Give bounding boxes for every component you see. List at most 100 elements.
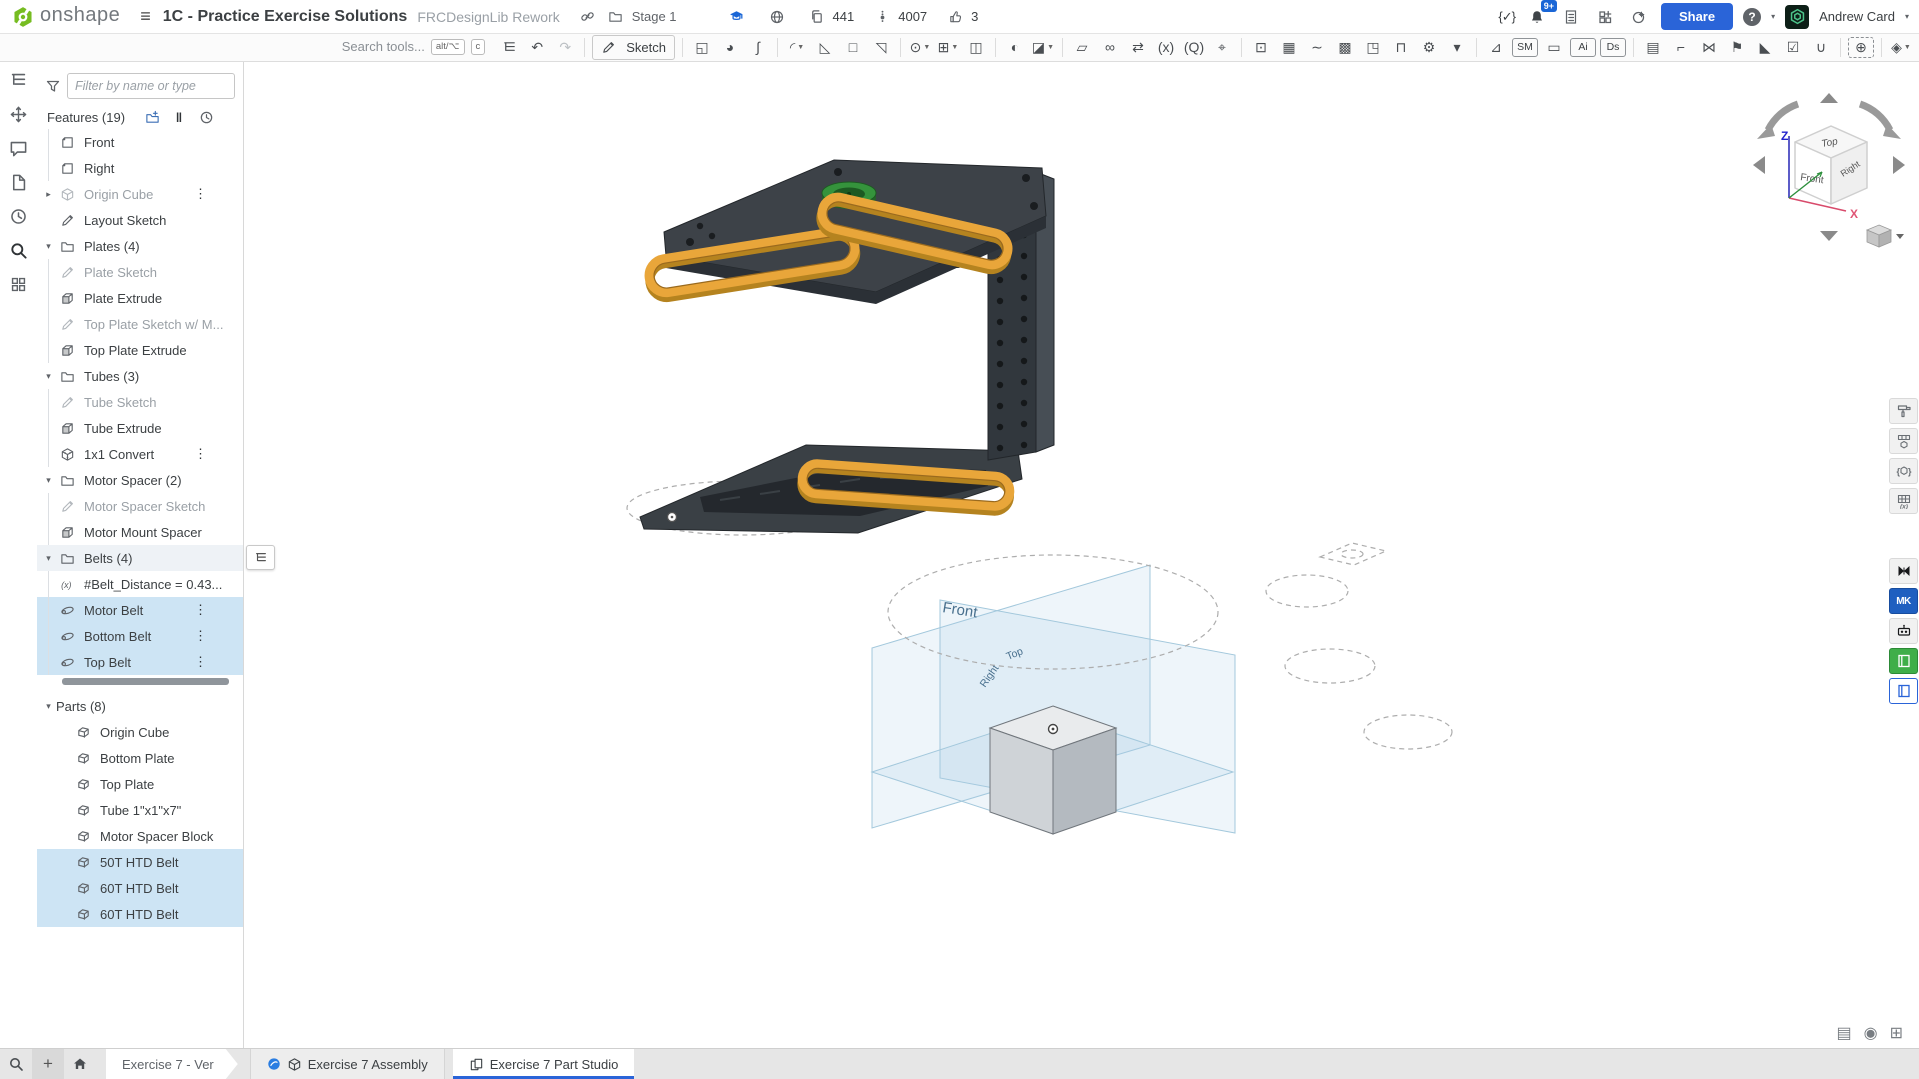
- share-button[interactable]: Share: [1661, 3, 1733, 30]
- pause-updates-icon[interactable]: ‖: [170, 109, 188, 125]
- fs-robot-icon[interactable]: ▦ ▼: [1277, 36, 1301, 59]
- apps-panel-icon[interactable]: [9, 275, 29, 295]
- tab-versions[interactable]: Exercise 7 - Ver: [106, 1049, 238, 1079]
- document-menu-icon[interactable]: ≡: [130, 6, 161, 27]
- feature-tree-row[interactable]: Front ⋮: [37, 129, 243, 155]
- feature-tree-row[interactable]: Plate Extrude ⋮: [37, 285, 243, 311]
- expand-arrow-icon[interactable]: ▸: [41, 189, 56, 200]
- drawing-standard-button[interactable]: Ds ▼: [1600, 38, 1626, 57]
- sweep-icon[interactable]: ∫ ▼: [746, 36, 770, 59]
- feature-tree-row[interactable]: Top Plate Sketch w/ M... ⋮: [37, 311, 243, 337]
- overflow-caret-icon[interactable]: ▾ ▼: [1445, 36, 1469, 59]
- sketch-verify-icon[interactable]: ☑ ▼: [1781, 36, 1805, 59]
- view-cube[interactable]: Top Front Right Z X: [1753, 93, 1905, 247]
- plane-icon[interactable]: ▱ ▼: [1070, 36, 1094, 59]
- viewport-canvas[interactable]: Front Top Right: [0, 61, 1919, 1049]
- copies-stat[interactable]: 441: [805, 5, 855, 29]
- butterfly-app-icon[interactable]: [1889, 558, 1918, 584]
- create-folder-icon[interactable]: [143, 109, 161, 125]
- undo-icon[interactable]: ↶ ▼: [525, 36, 549, 59]
- lookup-table-icon[interactable]: (Q) ▼: [1182, 36, 1206, 59]
- modify-icon[interactable]: ⊓ ▼: [1389, 36, 1413, 59]
- settings-gear-icon[interactable]: ⚙ ▼: [1417, 36, 1441, 59]
- bottom-plate-part[interactable]: [640, 445, 1022, 533]
- shell-icon[interactable]: □ ▼: [841, 36, 865, 59]
- boolean-icon[interactable]: ◐ ▼: [1003, 36, 1027, 59]
- fs-editor-icon[interactable]: ▩ ▼: [1333, 36, 1357, 59]
- tab-assembly[interactable]: Exercise 7 Assembly: [250, 1049, 445, 1079]
- feature-tree-row[interactable]: Motor Belt ⋮: [37, 597, 243, 623]
- kebab-menu-icon[interactable]: ⋮: [194, 186, 207, 202]
- add-tab-button[interactable]: +: [32, 1049, 64, 1079]
- kebab-menu-icon[interactable]: ⋮: [194, 628, 207, 644]
- origin-point-marker[interactable]: [1049, 725, 1058, 734]
- green-book-app-icon[interactable]: [1889, 648, 1918, 674]
- mk-app-icon[interactable]: MK: [1889, 588, 1918, 614]
- sheet-metal-button[interactable]: SM ▼: [1512, 38, 1538, 57]
- fillet-icon[interactable]: ◜ ▼: [785, 36, 809, 59]
- workspace-breadcrumb[interactable]: Stage 1: [576, 5, 677, 29]
- chamfer-icon[interactable]: ◺ ▼: [813, 36, 837, 59]
- split-icon[interactable]: ◪ ▼: [1031, 36, 1055, 59]
- part-list-row[interactable]: Origin Cube ⋮: [37, 719, 243, 745]
- features-panel-icon[interactable]: [9, 71, 29, 91]
- expand-arrow-icon[interactable]: ▾: [41, 241, 56, 252]
- kebab-menu-icon[interactable]: ⋮: [194, 654, 207, 670]
- public-globe-icon[interactable]: [765, 5, 789, 29]
- feature-tree-row[interactable]: Tube Sketch ⋮: [37, 389, 243, 415]
- kebab-menu-icon[interactable]: ⋮: [194, 446, 207, 462]
- search-tabs-icon[interactable]: [0, 1049, 32, 1079]
- view-arrow-right[interactable]: [1893, 156, 1905, 174]
- tasks-checklist-icon[interactable]: [1559, 5, 1583, 29]
- revolve-icon[interactable]: ◕ ▼: [718, 36, 742, 59]
- expand-arrow-icon[interactable]: ▾: [41, 371, 56, 382]
- mirror-icon[interactable]: ◫ ▼: [964, 36, 988, 59]
- frame-icon[interactable]: ▤ ▼: [1641, 36, 1665, 59]
- search-panel-icon[interactable]: [9, 241, 29, 261]
- draft-icon[interactable]: ◹ ▼: [869, 36, 893, 59]
- pattern-icon[interactable]: ⊞ ▼: [936, 36, 960, 59]
- helix-icon[interactable]: ∞ ▼: [1098, 36, 1122, 59]
- view-menu-caret-icon[interactable]: [1896, 234, 1904, 239]
- part-list-row[interactable]: Top Plate ⋮: [37, 771, 243, 797]
- feature-tree-row[interactable]: ▾ Plates (4) ⋮: [37, 233, 243, 259]
- toolbar-search[interactable]: Search tools... alt/⌥ c: [342, 39, 495, 54]
- origin-marker-icon[interactable]: ⊕ ▼: [1848, 37, 1874, 58]
- tab-part-studio[interactable]: Exercise 7 Part Studio: [453, 1049, 635, 1079]
- feature-tree-row[interactable]: ▸ Origin Cube ⋮: [37, 181, 243, 207]
- tag-icon[interactable]: ⚑ ▼: [1725, 36, 1749, 59]
- user-menu-caret-icon[interactable]: ▾: [1905, 12, 1909, 21]
- redo-icon[interactable]: ↷ ▼: [553, 36, 577, 59]
- onshape-logo[interactable]: onshape: [0, 6, 130, 28]
- notifications-bell-icon[interactable]: 9+: [1525, 5, 1549, 29]
- configurations-panel-icon[interactable]: [1889, 428, 1918, 454]
- feature-tree-row[interactable]: Right ⋮: [37, 155, 243, 181]
- featurescript-check-icon[interactable]: {✓}: [1498, 9, 1515, 25]
- extrude-icon[interactable]: ◱ ▼: [690, 36, 714, 59]
- filter-input[interactable]: [67, 73, 235, 99]
- help-icon[interactable]: ?: [1743, 8, 1761, 26]
- part-list-row[interactable]: Tube 1"x1"x7" ⋮: [37, 797, 243, 823]
- parts-header-row[interactable]: ▾ Parts (8): [37, 693, 243, 719]
- view-menu-cube-icon[interactable]: [1867, 225, 1891, 247]
- kebab-menu-icon[interactable]: ⋮: [194, 602, 207, 618]
- notes-panel-icon[interactable]: [9, 173, 29, 193]
- ai-button[interactable]: Ai ▼: [1570, 38, 1596, 57]
- history-panel-icon[interactable]: [9, 207, 29, 227]
- derived-icon[interactable]: ⊡ ▼: [1249, 36, 1273, 59]
- apps-grid-icon[interactable]: [1593, 5, 1617, 29]
- learning-center-icon[interactable]: [1627, 5, 1651, 29]
- feature-tree-row[interactable]: Plate Sketch ⋮: [37, 259, 243, 285]
- parts-expand-arrow-icon[interactable]: ▾: [41, 701, 56, 712]
- feature-tree-row[interactable]: ▾ Motor Spacer (2) ⋮: [37, 467, 243, 493]
- part-list-row[interactable]: 50T HTD Belt ⋮: [37, 849, 243, 875]
- corner-icon[interactable]: ◣ ▼: [1753, 36, 1777, 59]
- insert-panel-icon[interactable]: [9, 105, 29, 125]
- view-arrow-up[interactable]: [1820, 93, 1838, 103]
- feature-tree-row[interactable]: Motor Spacer Sketch ⋮: [37, 493, 243, 519]
- feature-tree-row[interactable]: Bottom Belt ⋮: [37, 623, 243, 649]
- search-tools-placeholder[interactable]: Search tools...: [342, 39, 425, 54]
- feature-tree-row[interactable]: Tube Extrude ⋮: [37, 415, 243, 441]
- appearance-icon[interactable]: ◳ ▼: [1361, 36, 1385, 59]
- named-views-icon[interactable]: ◈ ▼: [1889, 36, 1913, 59]
